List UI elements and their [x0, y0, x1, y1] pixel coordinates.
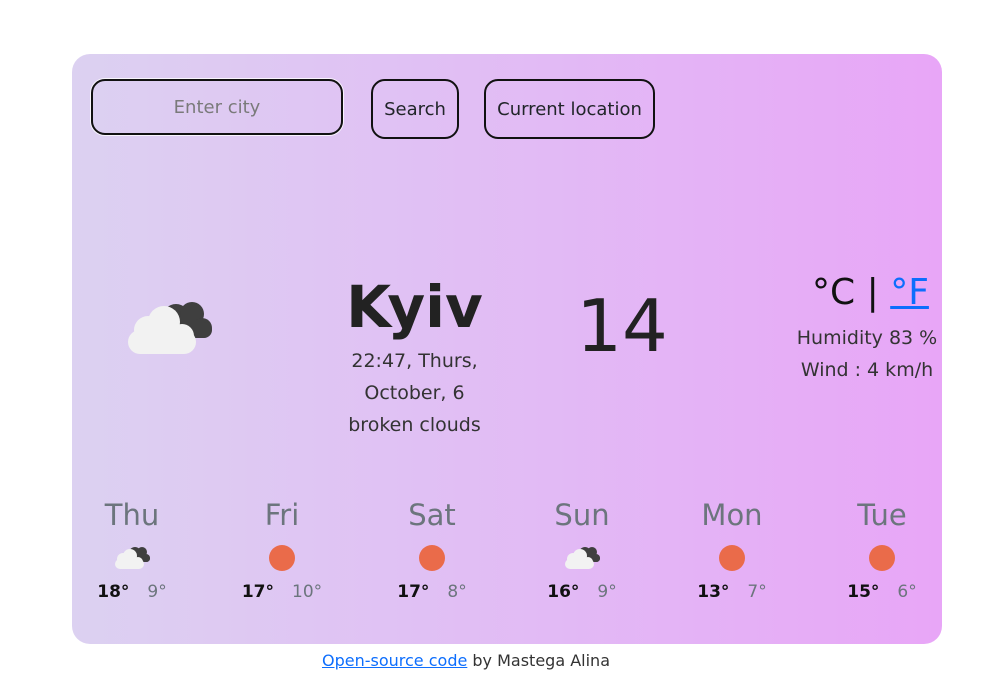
forecast-day-name: Tue	[857, 498, 907, 532]
city-name: Kyiv	[346, 273, 483, 341]
unit-switcher: °C | °F	[812, 270, 929, 316]
forecast-max-temp: 18°	[97, 582, 130, 602]
clouds-icon	[507, 536, 657, 576]
forecast-day: Sat 17° 8°	[357, 494, 507, 624]
weather-description: broken clouds	[348, 414, 481, 436]
humidity-text: Humidity 83 %	[796, 327, 938, 349]
source-code-link[interactable]: Open-source code	[322, 651, 467, 670]
forecast-day-name: Sat	[408, 498, 456, 532]
current-location-button[interactable]: Current location	[484, 79, 655, 139]
sun-icon	[807, 536, 957, 576]
forecast-day: Fri 17° 10°	[207, 494, 357, 624]
search-button[interactable]: Search	[371, 79, 459, 139]
forecast-day-name: Fri	[264, 498, 300, 532]
weather-details: Humidity 83 % Wind : 4 km/h	[772, 322, 962, 386]
forecast-max-temp: 13°	[697, 582, 730, 602]
author-credit: by Mastega Alina	[467, 651, 610, 670]
forecast-day: Sun 16° 9°	[507, 494, 657, 624]
sun-icon	[657, 536, 807, 576]
forecast-min-temp: 6°	[897, 582, 917, 602]
forecast-min-temp: 9°	[147, 582, 167, 602]
forecast-day-name: Sun	[554, 498, 610, 532]
broken-clouds-icon	[122, 294, 218, 360]
weather-card: Search Current location Kyiv 22:47, Thur…	[72, 54, 942, 644]
current-temperature: 14	[576, 284, 668, 368]
unit-separator: |	[866, 272, 879, 313]
forecast-max-temp: 15°	[847, 582, 880, 602]
date-time-line1: 22:47, Thurs,	[351, 350, 478, 372]
forecast-max-temp: 16°	[547, 582, 580, 602]
city-search-input[interactable]	[91, 79, 343, 135]
clouds-icon	[57, 536, 207, 576]
forecast-day-name: Thu	[104, 498, 160, 532]
forecast-day-name: Mon	[701, 498, 763, 532]
forecast-max-temp: 17°	[241, 582, 275, 602]
sun-icon	[357, 536, 507, 576]
wind-text: Wind : 4 km/h	[800, 359, 934, 381]
fahrenheit-link[interactable]: °F	[890, 272, 929, 313]
forecast-max-temp: 17°	[397, 582, 430, 602]
forecast-row: Thu 18° 9° Fri 17° 10° Sat 17° 8° Sun 16…	[72, 494, 942, 624]
forecast-min-temp: 7°	[747, 582, 767, 602]
celsius-unit: °C	[812, 272, 856, 313]
footer: Open-source code by Mastega Alina	[322, 648, 610, 674]
date-time-line2: October, 6	[364, 382, 465, 404]
forecast-day: Thu 18° 9°	[57, 494, 207, 624]
forecast-day: Tue 15° 6°	[807, 494, 957, 624]
current-city-info: Kyiv 22:47, Thurs, October, 6 broken clo…	[302, 269, 527, 441]
forecast-min-temp: 10°	[292, 582, 323, 602]
forecast-min-temp: 9°	[597, 582, 617, 602]
forecast-day: Mon 13° 7°	[657, 494, 807, 624]
sun-icon	[207, 536, 357, 576]
forecast-min-temp: 8°	[447, 582, 467, 602]
